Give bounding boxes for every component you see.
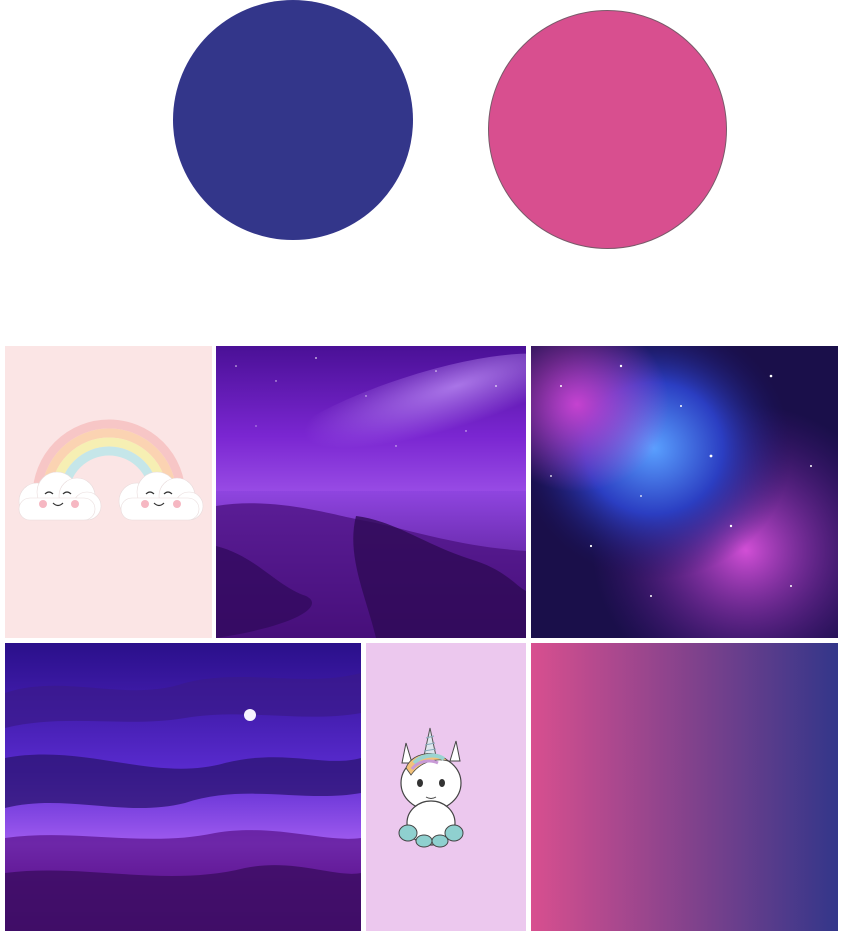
- unicorn-icon: [398, 727, 464, 848]
- moon-icon: [244, 709, 256, 721]
- color-swatch-navy: [173, 0, 413, 240]
- color-swatch-pink: [488, 10, 727, 249]
- purple-sky-moon-image: [5, 643, 361, 931]
- rainbow-clouds-image: [5, 346, 212, 638]
- pink-navy-gradient-tile: [531, 643, 838, 931]
- purple-seascape-image: [216, 346, 526, 638]
- nebula-image: [531, 346, 838, 638]
- cloud-icon-right: [118, 471, 204, 521]
- cloud-icon-left: [18, 471, 102, 521]
- cute-unicorn-image: [366, 643, 526, 931]
